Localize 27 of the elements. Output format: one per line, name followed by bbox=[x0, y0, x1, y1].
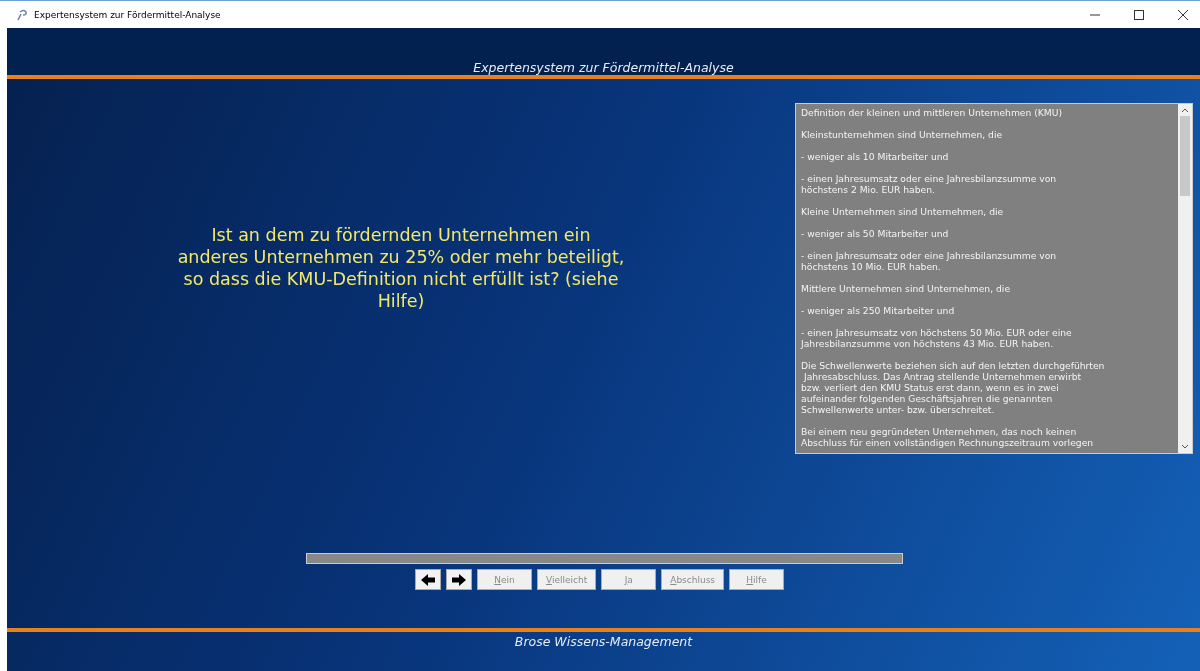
scroll-down-icon[interactable] bbox=[1181, 444, 1189, 450]
forward-button[interactable] bbox=[446, 569, 472, 590]
header-title: Expertensystem zur Fördermittel-Analyse bbox=[473, 60, 734, 75]
scrollbar[interactable] bbox=[1178, 104, 1192, 453]
help-paragraph: - weniger als 50 Mitarbeiter und bbox=[801, 228, 950, 239]
scrollbar-thumb[interactable] bbox=[1180, 116, 1190, 196]
help-paragraph: Kleinstunternehmen sind Unternehmen, die bbox=[801, 129, 1004, 140]
help-paragraph: Bei einem neu gegründeten Unternehmen, das noch keinen Abschluss für einen vollständigen Rechnungszeitraum vorlegen bbox=[801, 426, 1095, 448]
back-button[interactable] bbox=[415, 569, 441, 590]
footer-text: Brose Wissens-Management bbox=[514, 634, 693, 649]
help-paragraph: - weniger als 250 Mitarbeiter und bbox=[801, 305, 956, 316]
help-paragraph: Die Schwellenwerte beziehen sich auf den letzten durchgeführten Jahresabschluss. Das Antrag stellende Unternehmen erwirbt bzw. verliert den KMU Status erst dann, wenn es in zwei aufeinander folgenden Geschäftsjahren die genannten Schwellenwerte unter- bzw. überschreitet. bbox=[801, 360, 1106, 415]
help-paragraph: Definition der kleinen und mittleren Unternehmen (KMU) bbox=[801, 107, 1064, 118]
help-paragraph: - einen Jahresumsatz oder eine Jahresbilanzsumme von höchstens 2 Mio. EUR haben. bbox=[801, 173, 1058, 195]
help-paragraph: - einen Jahresumsatz oder eine Jahresbilanzsumme von höchstens 10 Mio. EUR haben. bbox=[801, 250, 1058, 272]
window-title: Expertensystem zur Fördermittel-Analyse bbox=[34, 9, 221, 20]
close-icon[interactable] bbox=[1178, 9, 1188, 20]
right-arrow-icon bbox=[452, 573, 466, 586]
help-paragraph: Mittlere Unternehmen sind Unternehmen, die bbox=[801, 283, 1012, 294]
help-paragraph: - weniger als 10 Mitarbeiter und bbox=[801, 151, 950, 162]
help-paragraph: Kleine Unternehmen sind Unternehmen, die bbox=[801, 206, 1005, 217]
scroll-up-icon[interactable] bbox=[1181, 107, 1189, 113]
app-icon bbox=[16, 8, 28, 21]
left-arrow-icon bbox=[421, 573, 435, 586]
maximize-icon[interactable] bbox=[1134, 9, 1144, 20]
question-text: Ist an dem zu fördernden Unternehmen ein anderes Unternehmen zu 25% oder mehr beteiligt, so dass die KMU-Definition nicht erfüllt ist? (siehe Hilfe) bbox=[176, 224, 626, 313]
help-paragraph: - einen Jahresumsatz von höchstens 50 Mio. EUR oder eine Jahresbilanzsumme von höchstens 43 Mio. EUR haben. bbox=[801, 327, 1073, 349]
